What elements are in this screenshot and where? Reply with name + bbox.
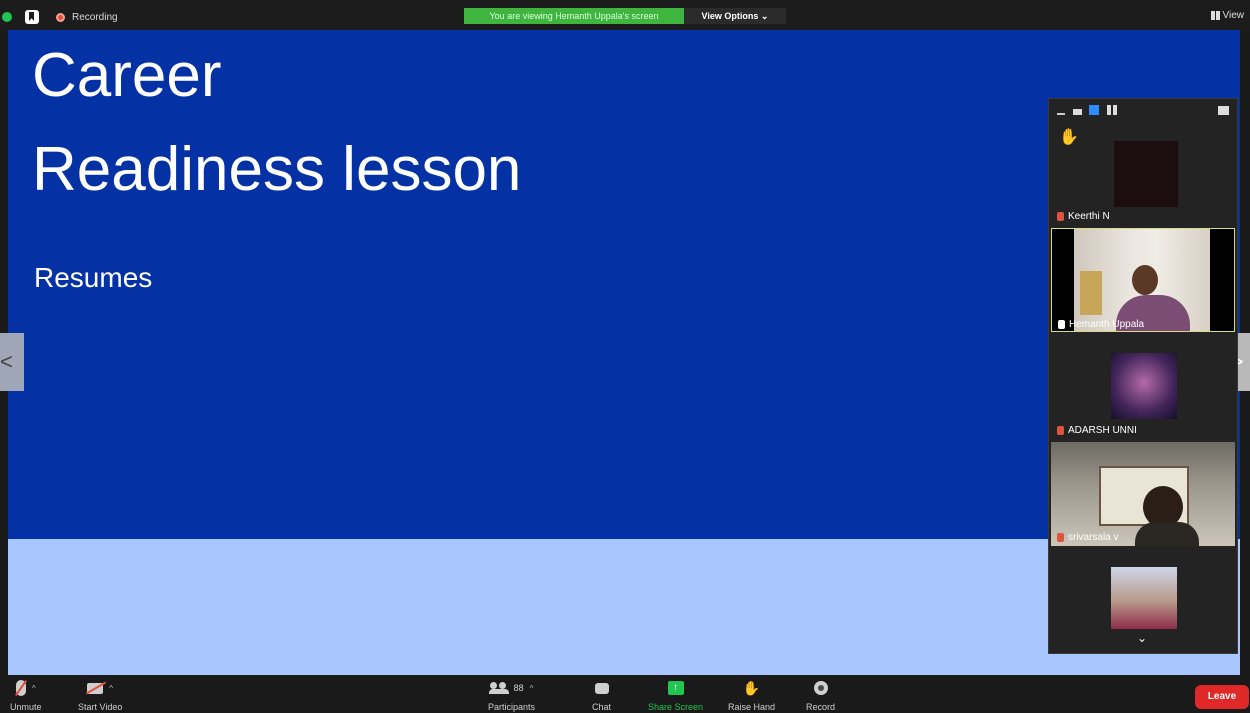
slide-title-line2: Readiness lesson bbox=[32, 135, 522, 204]
avatar bbox=[1111, 353, 1177, 419]
muted-mic-icon bbox=[15, 680, 26, 696]
recording-label: Recording bbox=[72, 12, 118, 23]
muted-mic-icon bbox=[1057, 426, 1064, 435]
raise-hand-icon: ✋ bbox=[742, 679, 761, 696]
chevron-down-icon: ⌄ bbox=[760, 11, 769, 21]
caret-up-icon[interactable]: ^ bbox=[530, 684, 534, 693]
video-tile[interactable]: Keerthi N bbox=[1051, 127, 1235, 225]
chat-icon bbox=[594, 682, 609, 694]
start-video-button[interactable]: ^ Start Video bbox=[78, 677, 122, 712]
record-icon bbox=[813, 681, 828, 695]
participant-video bbox=[1074, 229, 1210, 331]
muted-mic-icon bbox=[1057, 212, 1064, 221]
record-label: Record bbox=[806, 702, 836, 712]
participants-button[interactable]: 88 ^ Participants bbox=[488, 677, 535, 712]
video-gallery-panel: ✋ Keerthi N Hemanth Uppala ADARSH UNNI s… bbox=[1048, 98, 1238, 654]
video-tile[interactable] bbox=[1051, 549, 1235, 639]
top-bar: Recording You are viewing Hemanth Uppala… bbox=[0, 0, 1250, 30]
recording-icon bbox=[56, 13, 65, 22]
video-tile[interactable]: ADARSH UNNI bbox=[1051, 335, 1235, 439]
participant-name: srivarsala v bbox=[1057, 532, 1119, 543]
pin-icon bbox=[1058, 320, 1065, 329]
strip-view-icon[interactable] bbox=[1089, 105, 1099, 115]
scroll-down-chevron-icon[interactable]: ⌄ bbox=[1137, 631, 1147, 645]
avatar bbox=[1111, 567, 1177, 629]
video-off-icon bbox=[87, 682, 104, 694]
side-by-side-icon[interactable] bbox=[1218, 106, 1229, 115]
view-label: View bbox=[1222, 10, 1245, 21]
participants-icon bbox=[488, 682, 509, 694]
minimize-icon[interactable] bbox=[1057, 113, 1065, 115]
view-button[interactable]: View bbox=[1210, 10, 1245, 21]
grid-view-icon[interactable] bbox=[1107, 105, 1117, 115]
video-background-object bbox=[1080, 271, 1102, 315]
share-screen-label: Share Screen bbox=[648, 702, 704, 712]
leave-button[interactable]: Leave bbox=[1195, 685, 1249, 709]
participant-name: Keerthi N bbox=[1057, 211, 1110, 222]
bookmark-icon[interactable] bbox=[25, 10, 39, 24]
video-tile-active-speaker[interactable]: Hemanth Uppala bbox=[1051, 228, 1235, 332]
active-speaker-icon[interactable] bbox=[1073, 109, 1082, 115]
participants-count: 88 bbox=[513, 683, 524, 693]
raise-hand-label: Raise Hand bbox=[728, 702, 776, 712]
previous-page-button[interactable]: < bbox=[0, 333, 24, 391]
chat-button[interactable]: Chat bbox=[592, 677, 611, 712]
security-shield-icon[interactable] bbox=[2, 12, 12, 22]
avatar bbox=[1114, 141, 1178, 207]
meeting-toolbar: ^ Unmute ^ Start Video 88 ^ Participants … bbox=[0, 675, 1250, 713]
view-options-button[interactable]: View Options ⌄ bbox=[684, 8, 786, 24]
participant-video bbox=[1051, 442, 1235, 546]
participant-name: Hemanth Uppala bbox=[1058, 319, 1144, 330]
start-video-label: Start Video bbox=[78, 702, 123, 712]
unmute-button[interactable]: ^ Unmute bbox=[10, 677, 42, 712]
share-screen-button[interactable]: ↑ Share Screen bbox=[648, 677, 703, 712]
record-button[interactable]: Record bbox=[806, 677, 835, 712]
participant-head bbox=[1132, 265, 1158, 295]
grid-view-icon bbox=[1210, 11, 1220, 20]
participant-body bbox=[1135, 522, 1199, 546]
chat-label: Chat bbox=[592, 702, 612, 712]
muted-mic-icon bbox=[1057, 533, 1064, 542]
raise-hand-button[interactable]: ✋ Raise Hand bbox=[728, 677, 776, 713]
viewing-screen-banner: You are viewing Hemanth Uppala's screen bbox=[464, 8, 684, 24]
share-screen-icon: ↑ bbox=[667, 681, 684, 695]
view-options-label: View Options bbox=[701, 11, 759, 21]
unmute-label: Unmute bbox=[10, 702, 42, 712]
participant-name: ADARSH UNNI bbox=[1057, 425, 1137, 436]
slide-title-line1: Career bbox=[32, 41, 222, 110]
caret-up-icon[interactable]: ^ bbox=[32, 684, 36, 693]
slide-subtitle: Resumes bbox=[34, 262, 153, 293]
video-tile[interactable]: srivarsala v bbox=[1051, 442, 1235, 546]
participants-label: Participants bbox=[488, 702, 536, 712]
caret-up-icon[interactable]: ^ bbox=[109, 684, 113, 693]
